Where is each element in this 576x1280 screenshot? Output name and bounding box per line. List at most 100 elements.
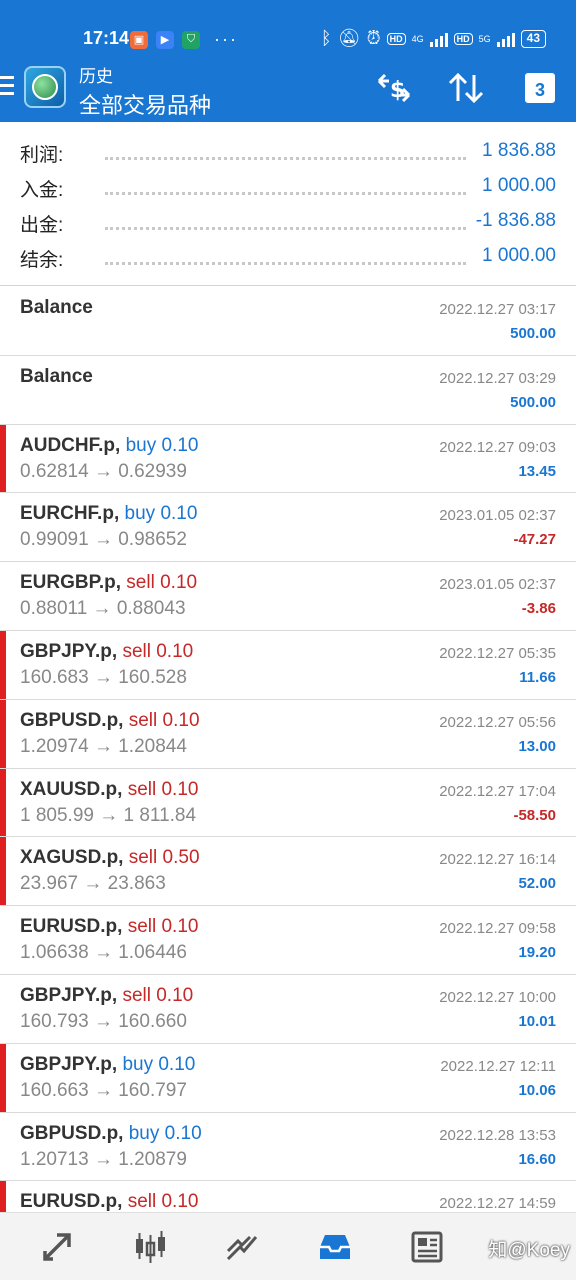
calendar-day: 3 bbox=[534, 79, 545, 100]
deals-list: Balance 2022.12.27 03:17 500.00 Balance 2022… bbox=[0, 287, 576, 1212]
bluetooth-icon: ᛒ bbox=[320, 28, 332, 48]
deal-volume: 0.10 bbox=[156, 984, 194, 1006]
deal-time: 2022.12.27 14:59 bbox=[439, 1195, 556, 1212]
deal-profit: 16.60 bbox=[518, 1150, 556, 1168]
more-notifications-icon: ··· bbox=[214, 29, 238, 49]
deal-row[interactable]: Balance 2022.12.27 03:17 500.00 bbox=[0, 287, 576, 356]
deal-prices: 1.20974 → 1.20844 bbox=[20, 735, 187, 757]
deal-time: 2022.12.28 13:53 bbox=[439, 1126, 556, 1144]
deal-row[interactable]: EURUSD.p, sell 0.10 1.06638 → 1.06446 2022… bbox=[0, 906, 576, 975]
position-marker bbox=[0, 630, 6, 699]
deal-symbol: XAUUSD.p, bbox=[20, 778, 123, 800]
deal-side: buy bbox=[128, 1122, 160, 1144]
deal-row[interactable]: Balance 2022.12.27 03:29 500.00 bbox=[0, 356, 576, 425]
deal-prices: 160.663 → 160.797 bbox=[20, 1079, 187, 1101]
chart-icon[interactable] bbox=[128, 1225, 172, 1269]
summary-panel: 利润: 1 836.88 入金: 1 000.00 出金: -1 836.88 … bbox=[0, 122, 576, 286]
deal-prices: 0.88011 → 0.88043 bbox=[20, 598, 186, 620]
deal-time: 2022.12.27 12:11 bbox=[440, 1057, 556, 1075]
deal-prices: 23.967 → 23.863 bbox=[20, 873, 166, 895]
deal-profit: 10.01 bbox=[518, 1012, 556, 1030]
deal-volume: 0.50 bbox=[162, 847, 200, 869]
network-type-2: 5G bbox=[478, 33, 491, 44]
deal-prices: 1.20713 → 1.20879 bbox=[20, 1148, 187, 1170]
deal-profit: -58.50 bbox=[513, 806, 556, 824]
deal-profit: -47.27 bbox=[513, 531, 556, 549]
deal-time: 2022.12.27 09:03 bbox=[439, 438, 556, 456]
deal-title: GBPJPY.p, sell 0.10 bbox=[20, 641, 193, 663]
status-bar: 17:14 ▣ ▶ ⛉ ··· ᛒ 🔕︎ ⏰︎ HD 4G HD 5G 43 bbox=[0, 0, 576, 52]
deal-symbol: GBPUSD.p, bbox=[20, 709, 124, 731]
summary-label: 入金: bbox=[20, 180, 64, 201]
sort-icon[interactable] bbox=[446, 70, 486, 106]
deal-side: sell bbox=[128, 709, 158, 731]
deal-side: sell bbox=[127, 778, 157, 800]
deal-profit: 13.45 bbox=[518, 462, 556, 480]
deal-title: XAUUSD.p, sell 0.10 bbox=[20, 779, 198, 801]
page-title[interactable]: 全部交易品种 bbox=[79, 88, 211, 120]
deal-symbol: GBPJPY.p, bbox=[20, 1053, 118, 1075]
alarm-icon: ⏰︎ bbox=[366, 28, 381, 48]
deal-prices: 160.793 → 160.660 bbox=[20, 1010, 187, 1032]
deal-side: buy bbox=[124, 503, 156, 525]
summary-label: 结余: bbox=[20, 250, 64, 271]
video-app-icon: ▶ bbox=[156, 30, 174, 49]
mute-icon: 🔕︎ bbox=[337, 28, 361, 48]
deal-volume: 0.10 bbox=[162, 709, 200, 731]
deal-side: sell bbox=[122, 984, 151, 1006]
summary-value: 1 000.00 bbox=[482, 245, 556, 266]
deal-prices: 0.99091 → 0.98652 bbox=[20, 529, 187, 551]
deal-profit: 500.00 bbox=[510, 393, 556, 411]
deal-profit: 10.06 bbox=[518, 1081, 556, 1099]
deal-row[interactable]: GBPJPY.p, sell 0.10 160.793 → 160.660 2022… bbox=[0, 975, 576, 1044]
summary-row-balance: 结余: 1 000.00 bbox=[0, 241, 576, 275]
deal-row[interactable]: GBPJPY.p, buy 0.10 160.663 → 160.797 2022.… bbox=[0, 1043, 576, 1113]
news-icon[interactable] bbox=[405, 1225, 449, 1269]
calendar-icon[interactable]: 3 bbox=[520, 70, 560, 106]
deal-volume: 0.10 bbox=[161, 778, 199, 800]
position-marker bbox=[0, 1043, 6, 1112]
notification-icons: ▣ ▶ ⛉ ··· bbox=[130, 29, 238, 50]
signal-icon bbox=[429, 31, 448, 47]
deal-row[interactable]: GBPUSD.p, sell 0.10 1.20974 → 1.20844 2022… bbox=[0, 699, 576, 769]
menu-icon[interactable] bbox=[0, 76, 16, 96]
app-bar: 历史 全部交易品种 $ 3 bbox=[0, 52, 576, 122]
page-subtitle: 历史 bbox=[79, 67, 113, 86]
deal-title: Balance bbox=[20, 297, 93, 319]
deal-row[interactable]: EURUSD.p, sell 0.10 2022.12.27 14:59 bbox=[0, 1181, 576, 1212]
deal-profit: 11.66 bbox=[519, 668, 556, 686]
position-marker bbox=[0, 424, 6, 493]
currency-filter-icon[interactable]: $ bbox=[374, 70, 414, 106]
history-icon[interactable] bbox=[313, 1225, 357, 1269]
deal-time: 2022.12.27 09:58 bbox=[439, 920, 556, 938]
deal-side: buy bbox=[122, 1053, 154, 1075]
summary-label: 出金: bbox=[20, 215, 64, 236]
deal-row[interactable]: EURGBP.p, sell 0.10 0.88011 → 0.88043 2023… bbox=[0, 562, 576, 631]
deal-title: XAGUSD.p, sell 0.50 bbox=[20, 847, 200, 869]
deal-row[interactable]: GBPUSD.p, buy 0.10 1.20713 → 1.20879 2022.… bbox=[0, 1113, 576, 1182]
position-marker bbox=[0, 1181, 6, 1212]
deal-title: EURCHF.p, buy 0.10 bbox=[20, 503, 197, 525]
deal-title: GBPUSD.p, sell 0.10 bbox=[20, 710, 200, 732]
trade-icon[interactable] bbox=[220, 1225, 264, 1269]
status-time: 17:14 bbox=[83, 28, 130, 48]
signal-icon-2 bbox=[496, 31, 515, 47]
deal-symbol: EURUSD.p, bbox=[20, 916, 123, 938]
deal-volume: 0.10 bbox=[161, 916, 199, 938]
deal-profit: -3.86 bbox=[521, 600, 556, 618]
deal-time: 2023.01.05 02:37 bbox=[439, 576, 556, 594]
deal-symbol: GBPJPY.p, bbox=[20, 984, 118, 1006]
quotes-icon[interactable] bbox=[35, 1225, 79, 1269]
deal-profit: 19.20 bbox=[518, 944, 556, 962]
deal-volume: 0.10 bbox=[161, 434, 199, 456]
app-logo bbox=[24, 66, 66, 108]
deal-row[interactable]: EURCHF.p, buy 0.10 0.99091 → 0.98652 2023.… bbox=[0, 493, 576, 563]
deal-row[interactable]: XAGUSD.p, sell 0.50 23.967 → 23.863 2022.1… bbox=[0, 837, 576, 907]
deal-row[interactable]: AUDCHF.p, buy 0.10 0.62814 → 0.62939 2022.… bbox=[0, 424, 576, 494]
deal-profit: 52.00 bbox=[518, 875, 556, 893]
deal-title: EURUSD.p, sell 0.10 bbox=[20, 916, 198, 938]
deal-side: buy bbox=[125, 434, 157, 456]
deal-row[interactable]: XAUUSD.p, sell 0.10 1 805.99 → 1 811.84 20… bbox=[0, 768, 576, 838]
watermark: 知@Koey bbox=[488, 1240, 570, 1261]
deal-row[interactable]: GBPJPY.p, sell 0.10 160.683 → 160.528 2022… bbox=[0, 630, 576, 700]
